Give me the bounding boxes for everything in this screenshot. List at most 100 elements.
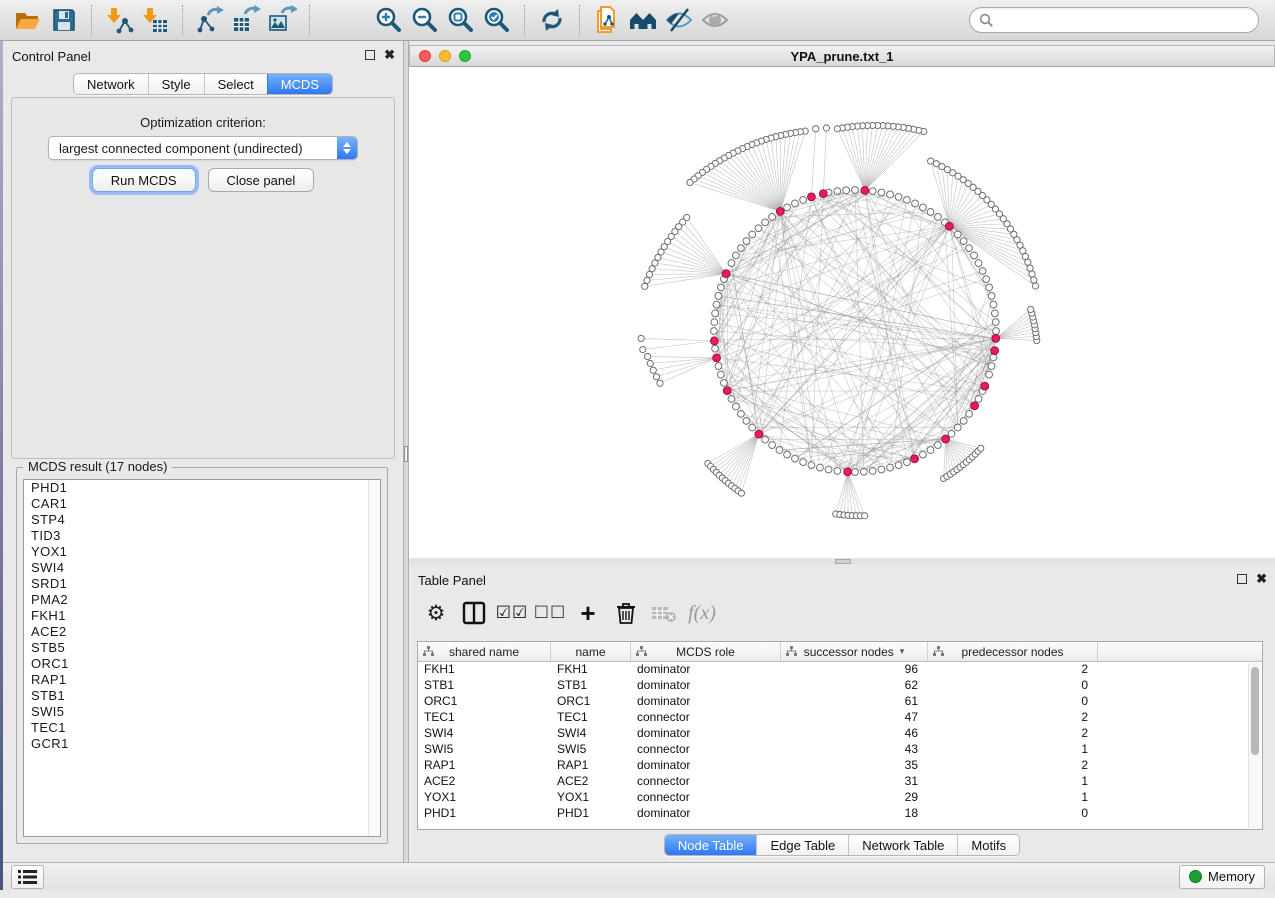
- mcds-result-item[interactable]: TEC1: [24, 720, 380, 736]
- close-panel-button[interactable]: Close panel: [208, 168, 315, 192]
- horizontal-splitter[interactable]: [409, 558, 1275, 565]
- mcds-result-item[interactable]: GCR1: [24, 736, 380, 752]
- scrollbar-thumb[interactable]: [1251, 667, 1259, 755]
- table-cell: dominator: [631, 662, 781, 678]
- table-row[interactable]: FKH1FKH1dominator962: [418, 662, 1262, 678]
- splitter-handle[interactable]: [404, 446, 408, 462]
- table-cell: 47: [781, 710, 928, 726]
- open-session-icon[interactable]: [10, 3, 46, 37]
- mcds-result-item[interactable]: SRD1: [24, 576, 380, 592]
- add-column-icon[interactable]: +: [569, 595, 607, 631]
- tab-network[interactable]: Network: [74, 74, 148, 94]
- desktop-edge-bottom: [0, 890, 1275, 898]
- float-panel-icon[interactable]: [1237, 574, 1247, 584]
- table-row[interactable]: SWI4SWI4dominator462: [418, 726, 1262, 742]
- tab-edge-table[interactable]: Edge Table: [756, 835, 848, 855]
- tab-select[interactable]: Select: [204, 74, 267, 94]
- tab-style[interactable]: Style: [148, 74, 204, 94]
- select-all-icon[interactable]: ☑☑: [493, 595, 531, 631]
- first-neighbors-icon[interactable]: [625, 3, 661, 37]
- show-all-icon[interactable]: [697, 3, 733, 37]
- mcds-result-item[interactable]: SWI4: [24, 560, 380, 576]
- close-panel-icon[interactable]: ✖: [1256, 574, 1267, 584]
- search-input[interactable]: [994, 13, 1249, 28]
- import-table-icon[interactable]: [137, 3, 173, 37]
- tab-mcds[interactable]: MCDS: [267, 74, 332, 94]
- zoom-selected-icon[interactable]: [479, 3, 515, 37]
- mcds-result-item[interactable]: RAP1: [24, 672, 380, 688]
- show-columns-icon[interactable]: [455, 595, 493, 631]
- column-label: MCDS role: [676, 645, 735, 659]
- tab-network-table[interactable]: Network Table: [848, 835, 957, 855]
- mcds-result-item[interactable]: STB1: [24, 688, 380, 704]
- list-scrollbar[interactable]: [368, 480, 380, 836]
- splitter-handle[interactable]: [835, 559, 851, 564]
- mcds-result-list[interactable]: PHD1CAR1STP4TID3YOX1SWI4SRD1PMA2FKH1ACE2…: [23, 479, 381, 837]
- task-history-button[interactable]: [11, 865, 44, 889]
- refresh-icon[interactable]: [534, 3, 570, 37]
- table-row[interactable]: ORC1ORC1dominator610: [418, 694, 1262, 710]
- table-row[interactable]: YOX1YOX1connector291: [418, 790, 1262, 806]
- close-panel-icon[interactable]: ✖: [384, 50, 395, 60]
- table-cell: 18: [781, 806, 928, 822]
- memory-button[interactable]: Memory: [1179, 865, 1265, 889]
- dropdown-stepper-icon: [337, 137, 357, 159]
- search-field[interactable]: [969, 7, 1259, 33]
- mcds-result-item[interactable]: ORC1: [24, 656, 380, 672]
- mcds-result-item[interactable]: FKH1: [24, 608, 380, 624]
- table-row[interactable]: RAP1RAP1dominator352: [418, 758, 1262, 774]
- table-cell: PHD1: [418, 806, 551, 822]
- table-row[interactable]: SWI5SWI5connector431: [418, 742, 1262, 758]
- delete-column-icon[interactable]: [607, 595, 645, 631]
- export-table-icon[interactable]: [228, 3, 264, 37]
- zoom-in-icon[interactable]: [371, 3, 407, 37]
- column-type-icon: [933, 646, 944, 657]
- column-header[interactable]: MCDS role: [631, 642, 781, 661]
- mcds-result-item[interactable]: CAR1: [24, 496, 380, 512]
- table-cell: 1: [928, 790, 1098, 806]
- mcds-result-item[interactable]: YOX1: [24, 544, 380, 560]
- criterion-dropdown[interactable]: largest connected component (undirected): [48, 136, 358, 160]
- column-header[interactable]: shared name: [418, 642, 551, 661]
- table-row[interactable]: STB1STB1dominator620: [418, 678, 1262, 694]
- mcds-result-item[interactable]: TID3: [24, 528, 380, 544]
- table-cell: PHD1: [551, 806, 631, 822]
- tab-motifs[interactable]: Motifs: [957, 835, 1019, 855]
- table-cell: ACE2: [418, 774, 551, 790]
- mcds-result-group: MCDS result (17 nodes) PHD1CAR1STP4TID3Y…: [16, 467, 388, 844]
- tab-node-table[interactable]: Node Table: [665, 835, 757, 855]
- mcds-result-item[interactable]: STP4: [24, 512, 380, 528]
- deselect-all-icon[interactable]: ☐☐: [531, 595, 569, 631]
- network-window-titlebar[interactable]: YPA_prune.txt_1: [409, 45, 1275, 67]
- table-options-icon[interactable]: ⚙: [417, 595, 455, 631]
- column-header[interactable]: predecessor nodes: [928, 642, 1098, 661]
- export-image-icon[interactable]: [264, 3, 300, 37]
- table-scrollbar[interactable]: [1248, 663, 1261, 828]
- table-cell: 2: [928, 662, 1098, 678]
- table-cell: 96: [781, 662, 928, 678]
- network-graph[interactable]: [409, 67, 1275, 558]
- import-network-icon[interactable]: [101, 3, 137, 37]
- hide-selected-icon[interactable]: [661, 3, 697, 37]
- save-session-icon[interactable]: [46, 3, 82, 37]
- mcds-result-item[interactable]: PHD1: [24, 480, 380, 496]
- zoom-out-icon[interactable]: [407, 3, 443, 37]
- mcds-result-item[interactable]: SWI5: [24, 704, 380, 720]
- mcds-result-item[interactable]: PMA2: [24, 592, 380, 608]
- mcds-result-item[interactable]: STB5: [24, 640, 380, 656]
- export-network-icon[interactable]: [192, 3, 228, 37]
- mcds-result-item[interactable]: ACE2: [24, 624, 380, 640]
- float-panel-icon[interactable]: [365, 50, 375, 60]
- function-builder-icon: f(x): [683, 595, 721, 631]
- control-panel-title: Control Panel: [12, 49, 91, 64]
- zoom-fit-content-icon[interactable]: [443, 3, 479, 37]
- table-row[interactable]: PHD1PHD1dominator180: [418, 806, 1262, 822]
- run-mcds-button[interactable]: Run MCDS: [92, 168, 196, 192]
- column-header[interactable]: name: [551, 642, 631, 661]
- column-type-icon: [636, 646, 647, 657]
- new-network-from-selection-icon[interactable]: [589, 3, 625, 37]
- table-row[interactable]: ACE2ACE2connector311: [418, 774, 1262, 790]
- network-view[interactable]: [409, 67, 1275, 558]
- column-header[interactable]: successor nodes▾: [781, 642, 928, 661]
- table-row[interactable]: TEC1TEC1connector472: [418, 710, 1262, 726]
